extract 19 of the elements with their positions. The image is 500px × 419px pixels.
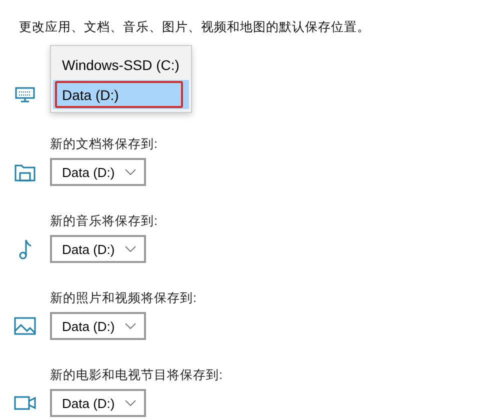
field-label: 新的照片和视频将保存到: — [50, 290, 198, 307]
drive-dropdown[interactable]: Data (D:) — [50, 235, 146, 263]
field-label: 新的音乐将保存到: — [50, 213, 158, 230]
image-icon — [14, 317, 36, 335]
video-camera-icon — [14, 396, 36, 410]
drive-dropdown[interactable]: Data (D:) — [50, 389, 146, 417]
chevron-down-icon — [124, 169, 136, 175]
description-text: 更改应用、文档、音乐、图片、视频和地图的默认保存位置。 — [19, 19, 371, 36]
chevron-down-icon — [124, 246, 136, 252]
field-label: 新的电影和电视节目将保存到: — [50, 367, 224, 384]
chevron-down-icon — [124, 400, 136, 406]
field-label: 新的文档将保存到: — [50, 136, 158, 153]
drive-dropdown[interactable]: Data (D:) — [50, 158, 146, 186]
monitor-icon — [14, 87, 34, 103]
music-note-icon — [18, 238, 32, 260]
menu-option[interactable]: Windows-SSD (C:) — [53, 50, 190, 79]
drive-dropdown[interactable]: Data (D:) — [50, 312, 146, 340]
chevron-down-icon — [124, 323, 136, 329]
folder-icon — [14, 162, 36, 182]
